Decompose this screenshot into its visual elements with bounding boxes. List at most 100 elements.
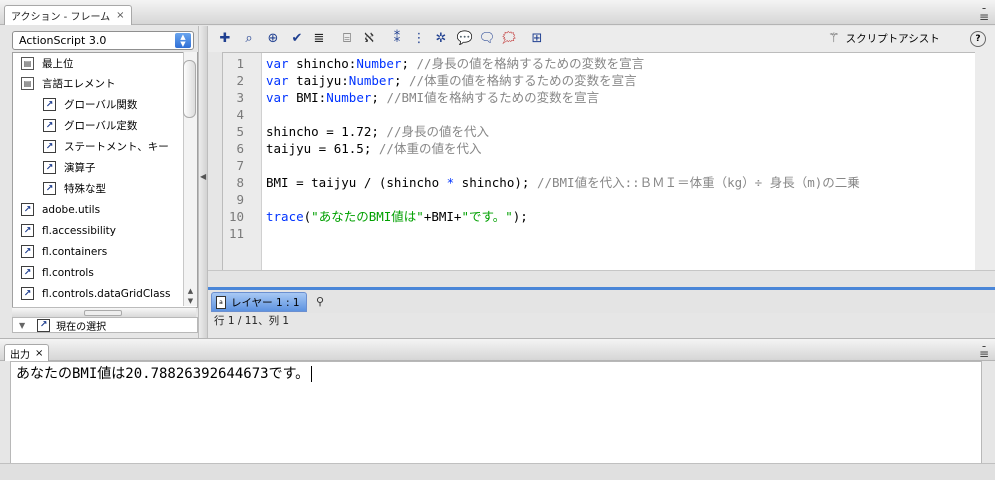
toolbox-item-fl-containers[interactable]: ↗ fl.containers xyxy=(21,241,191,262)
line-number: 2 xyxy=(236,73,244,88)
code-text: taijyu = 61.5; xyxy=(266,141,379,156)
toolbox-item-adobe-utils[interactable]: ↗ adobe.utils xyxy=(21,199,191,220)
find-icon[interactable]: ⌕ xyxy=(240,30,258,48)
arrow-box-icon: ↗ xyxy=(43,140,56,153)
code-keyword: var xyxy=(266,56,289,71)
editor-vertical-scroll-area[interactable] xyxy=(975,52,995,270)
code-text: BMI = taijyu / (shincho xyxy=(266,175,447,190)
editor-horizontal-scrollbar[interactable] xyxy=(208,270,995,287)
script-assist-button[interactable]: ⚚ スクリプトアシスト xyxy=(828,28,940,48)
output-bottom-bar xyxy=(0,463,995,480)
toolbox-item-operators[interactable]: ↗ 演算子 xyxy=(43,157,197,178)
code-line-1: var shincho:Number; //身長の値を格納するための変数を宣言 xyxy=(266,55,644,72)
add-statement-icon[interactable]: ✚ xyxy=(216,30,234,48)
code-text: +BMI+ xyxy=(423,209,462,224)
layer-script-tab[interactable]: a レイヤー 1 : 1 xyxy=(211,292,307,312)
toolbox-scroll-thumb[interactable] xyxy=(183,60,196,118)
language-select[interactable]: ActionScript 3.0 ▲ ▼ xyxy=(12,31,194,50)
arrow-box-icon: ↗ xyxy=(21,203,34,216)
script-editor[interactable]: 1 2 3 4 5 6 7 8 9 10 11 var shincho:Numb… xyxy=(222,52,976,271)
script-assist-label: スクリプトアシスト xyxy=(845,32,940,45)
arrow-box-icon: ↗ xyxy=(21,287,34,300)
script-tab-strip xyxy=(208,287,995,313)
arrow-box-icon: ↗ xyxy=(21,266,34,279)
actions-panel-tab[interactable]: アクション - フレーム × xyxy=(4,5,132,25)
panel-menu-icon[interactable]: ≡ xyxy=(978,11,990,23)
code-type: Number xyxy=(326,90,372,105)
arrow-box-icon: ↗ xyxy=(43,161,56,174)
line-number-gutter: 1 2 3 4 5 6 7 8 9 10 11 xyxy=(223,53,262,271)
code-type: Number xyxy=(348,73,394,88)
layer-tab-label: レイヤー 1 : 1 xyxy=(231,296,300,309)
code-line-10: trace("あなたのBMI値は"+BMI+"です。"); xyxy=(266,208,528,225)
arrow-box-icon: ↗ xyxy=(43,182,56,195)
collapse-selection-icon[interactable]: ⋮ xyxy=(410,30,428,48)
code-keyword: var xyxy=(266,73,289,88)
code-line-2: var taijyu:Number; //体重の値を格納するための変数を宣言 xyxy=(266,72,637,89)
toolbox-item-fl-controls-datagridclasses[interactable]: ↗ fl.controls.dataGridClass xyxy=(21,283,183,304)
toolbox-item-language-elements[interactable]: ▤ 言語エレメント xyxy=(21,73,191,94)
panel-splitter[interactable]: ◀ xyxy=(198,26,208,338)
scroll-down-icon[interactable]: ▼ xyxy=(184,296,197,306)
output-tab-label: 出力 xyxy=(10,349,30,361)
code-line-5: shincho = 1.72; //身長の値を代入 xyxy=(266,123,489,140)
code-text: ; xyxy=(371,90,387,105)
toolbox-item-global-constants[interactable]: ↗ グローバル定数 xyxy=(43,115,197,136)
line-number: 5 xyxy=(236,124,244,139)
auto-format-icon[interactable]: ≣ xyxy=(310,30,328,48)
code-text: ; xyxy=(393,73,410,88)
code-string: "あなたのBMI値は" xyxy=(311,209,424,224)
toolbox-splitter[interactable] xyxy=(12,307,196,317)
code-type: Number xyxy=(356,56,402,71)
remove-comment-icon[interactable]: 🗯 xyxy=(500,30,518,48)
apply-line-comment-icon[interactable]: 🗨 xyxy=(478,30,496,48)
toolbox-item-statements[interactable]: ↗ ステートメント、キー xyxy=(43,136,183,157)
check-syntax-icon[interactable]: ✔ xyxy=(288,30,306,48)
toolbox-item-special-types[interactable]: ↗ 特殊な型 xyxy=(43,178,197,199)
toolbox-item-label: 特殊な型 xyxy=(64,183,106,195)
toolbox-item-label: fl.containers xyxy=(42,245,108,258)
code-hint-icon[interactable]: ⌸ xyxy=(338,30,356,48)
collapse-left-icon[interactable]: ◀ xyxy=(200,172,206,181)
code-text: shincho: xyxy=(288,56,357,71)
current-selection-label: 現在の選択 xyxy=(56,321,107,333)
toolbox-item-label: fl.controls xyxy=(42,266,94,279)
debug-options-icon[interactable]: ℵ xyxy=(360,30,378,48)
close-icon[interactable]: × xyxy=(116,10,124,21)
code-string: "です。" xyxy=(461,209,513,224)
pin-script-icon[interactable]: ⚲ xyxy=(316,295,324,308)
code-text: ); xyxy=(512,209,528,224)
panel-menu-icon[interactable]: ≡ xyxy=(978,348,990,360)
toolbox-item-global-functions[interactable]: ↗ グローバル関数 xyxy=(43,94,197,115)
code-line-3: var BMI:Number; //BMI値を格納するための変数を宣言 xyxy=(266,89,599,106)
scroll-up-icon[interactable]: ▲ xyxy=(184,286,197,296)
toolbox-item-fl-controls[interactable]: ↗ fl.controls xyxy=(21,262,191,283)
collapse-braces-icon[interactable]: ⁑ xyxy=(388,30,406,48)
toolbox-item-label: グローバル関数 xyxy=(64,99,138,111)
code-line-6: taijyu = 61.5; //体重の値を代入 xyxy=(266,140,481,157)
line-number: 8 xyxy=(236,175,244,190)
toolbox-item-fl-accessibility[interactable]: ↗ fl.accessibility xyxy=(21,220,191,241)
line-number: 1 xyxy=(236,56,244,71)
toolbox-item-label: fl.controls.dataGridClass xyxy=(42,287,171,300)
code-comment: //BMI値を代入::ＢＭＩ＝体重（kg）÷ 身長（m)の二乗 xyxy=(536,175,860,190)
code-text: shincho = 1.72; xyxy=(266,124,387,139)
apply-block-comment-icon[interactable]: 💬 xyxy=(456,30,474,48)
arrow-box-icon: ↗ xyxy=(43,119,56,132)
toolbox-item-label: fl.accessibility xyxy=(42,224,116,237)
toolbox-item-label: adobe.utils xyxy=(42,203,101,216)
arrow-box-icon: ↗ xyxy=(37,318,51,332)
line-number: 4 xyxy=(236,107,244,122)
help-icon[interactable]: ? xyxy=(970,31,986,47)
show-toolbox-icon[interactable]: ⊞ xyxy=(528,30,546,48)
output-text: あなたのBMI値は20.78826392644673です。 xyxy=(16,363,313,383)
current-selection-row[interactable]: ▼ ↗ 現在の選択 xyxy=(12,317,198,333)
output-panel: 出力 × - ≡ あなたのBMI値は20.78826392644673です。 xyxy=(0,338,995,480)
expand-all-icon[interactable]: ✲ xyxy=(432,30,450,48)
code-text: shincho); xyxy=(454,175,537,190)
close-icon[interactable]: × xyxy=(35,348,43,359)
target-path-icon[interactable]: ⊕ xyxy=(264,30,282,48)
code-comment: //体重の値を格納するための変数を宣言 xyxy=(409,73,637,88)
toolbox-item-top-level[interactable]: ▤ 最上位 xyxy=(21,53,191,74)
output-panel-tab[interactable]: 出力 × xyxy=(4,344,50,361)
